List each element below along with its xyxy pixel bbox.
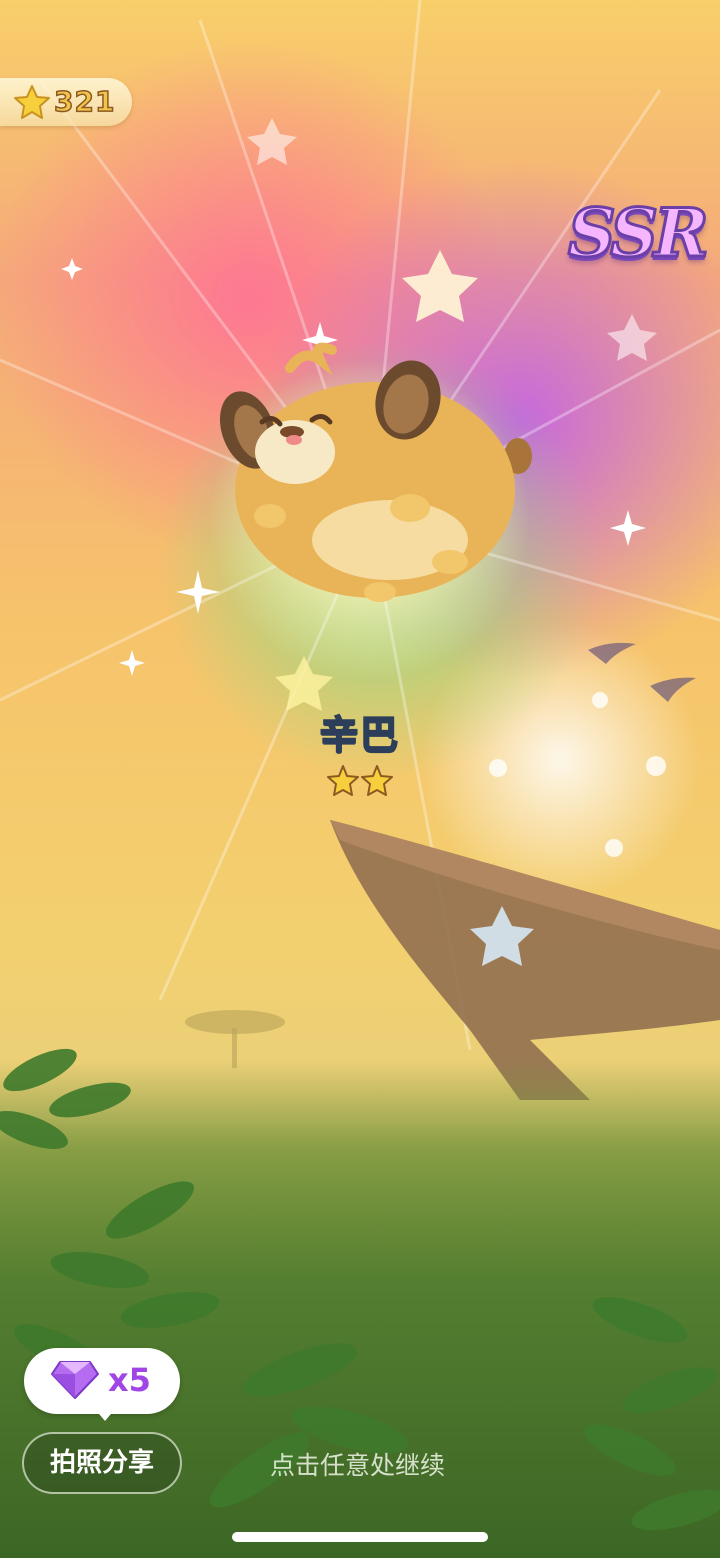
rating-star-2 bbox=[361, 765, 393, 796]
character-name: 辛巴 bbox=[319, 712, 400, 758]
score-counter: 321 bbox=[0, 78, 132, 126]
bubble-tail bbox=[94, 1408, 116, 1421]
gem-icon bbox=[51, 1361, 99, 1399]
tap-to-continue-hint: 点击任意处继续 bbox=[270, 1451, 446, 1480]
star-icon bbox=[14, 85, 50, 119]
foliage-right bbox=[584, 1297, 720, 1531]
share-reward-bubble: x5 bbox=[24, 1348, 180, 1421]
simba-character bbox=[220, 342, 532, 602]
ssr-rarity-badge: SSR bbox=[567, 193, 711, 274]
photo-share-button[interactable]: 拍照分享 bbox=[22, 1432, 182, 1494]
gem-reward-count: x5 bbox=[108, 1361, 151, 1399]
star-rating bbox=[327, 765, 393, 796]
rating-star-1 bbox=[327, 765, 359, 796]
score-value: 321 bbox=[53, 84, 116, 119]
home-indicator[interactable] bbox=[232, 1532, 488, 1542]
